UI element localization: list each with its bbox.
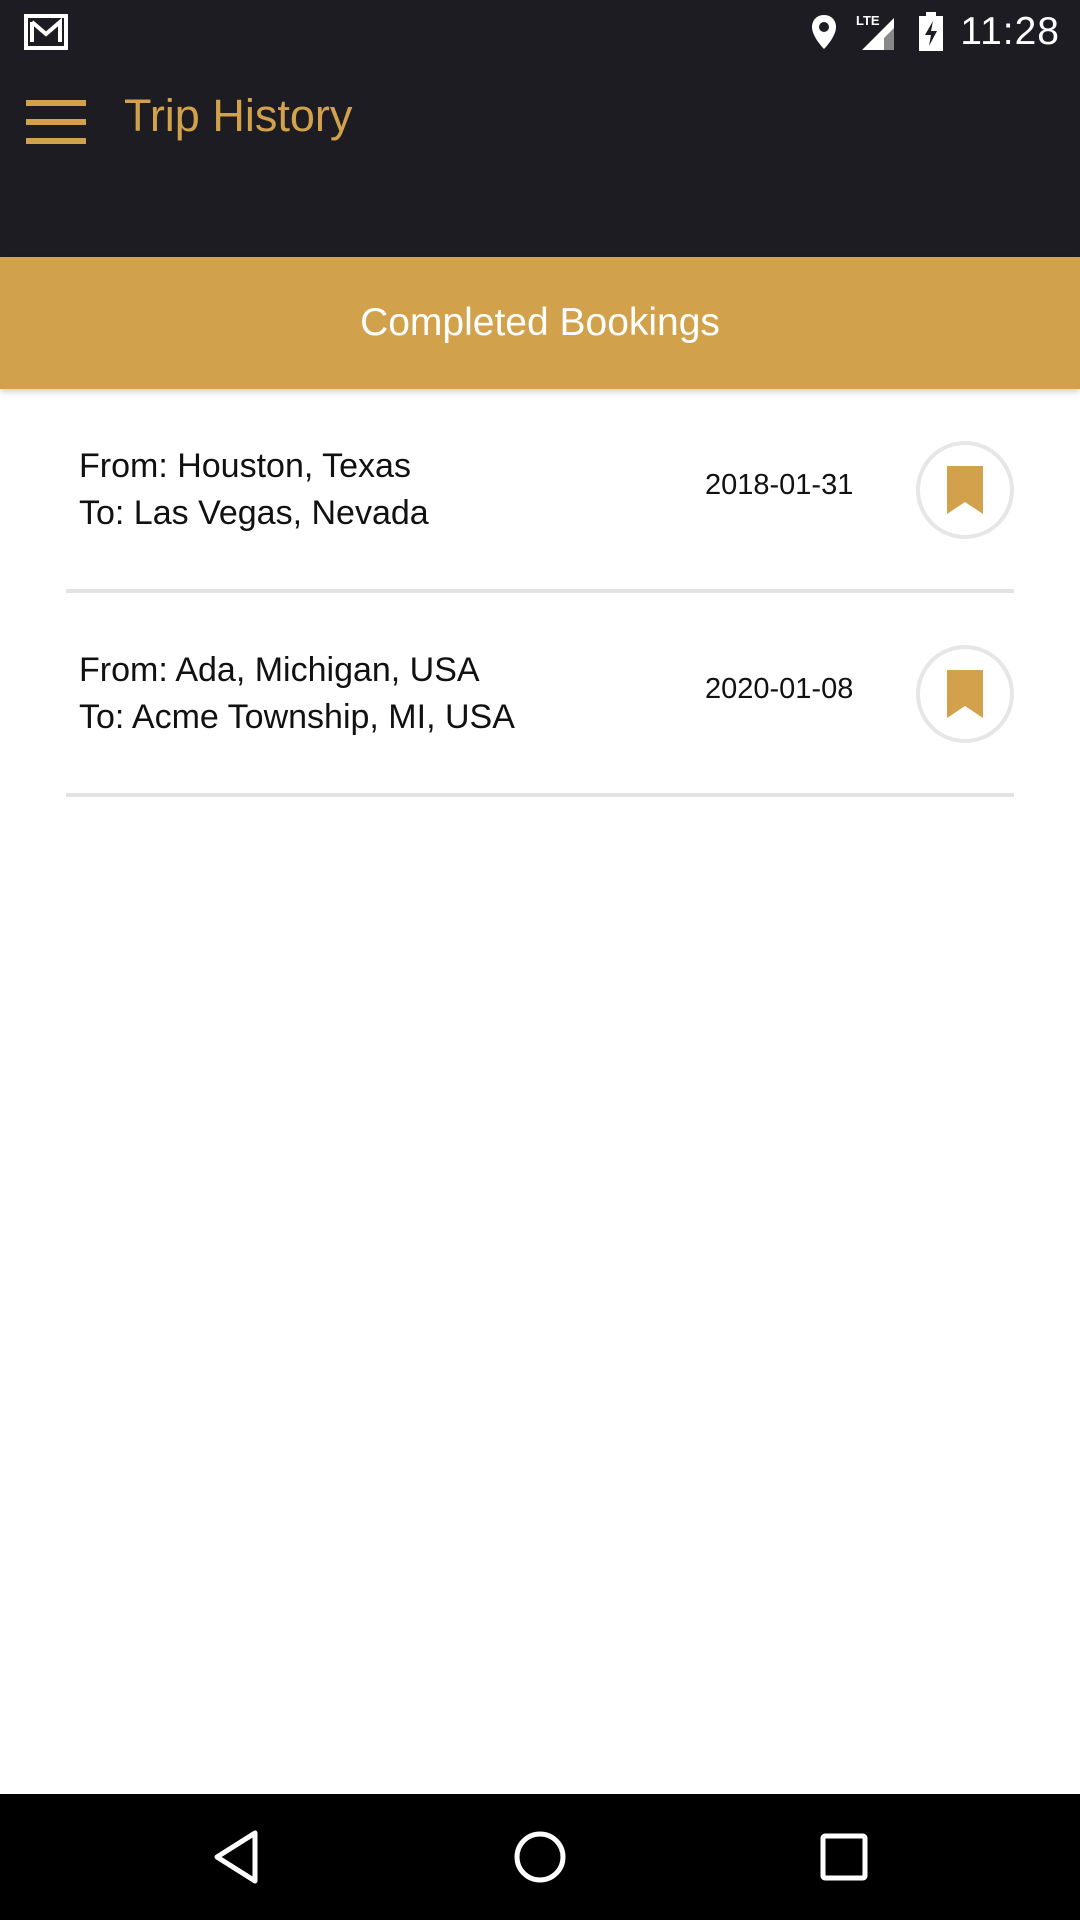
hamburger-menu-icon[interactable] xyxy=(26,100,86,144)
svg-text:LTE: LTE xyxy=(856,13,880,28)
back-icon[interactable] xyxy=(204,1825,268,1889)
gmail-icon xyxy=(24,12,72,52)
status-time: 11:28 xyxy=(960,9,1060,53)
app-bar: Trip History xyxy=(0,63,1080,257)
bookmark-icon xyxy=(947,466,983,514)
battery-charging-icon xyxy=(918,11,944,52)
system-nav-bar xyxy=(0,1794,1080,1920)
booking-row[interactable]: From: Houston, Texas To: Las Vegas, Neva… xyxy=(66,389,1014,593)
bookmark-icon xyxy=(947,670,983,718)
booking-from: From: Ada, Michigan, USA xyxy=(79,651,480,689)
booking-to: To: Acme Township, MI, USA xyxy=(79,698,515,736)
completed-bookings-header: Completed Bookings xyxy=(0,257,1080,389)
booking-date: 2018-01-31 xyxy=(705,469,854,501)
signal-icon: LTE xyxy=(856,12,900,52)
home-icon[interactable] xyxy=(508,1825,572,1889)
booking-route: From: Ada, Michigan, USA To: Acme Townsh… xyxy=(79,647,515,741)
booking-date: 2020-01-08 xyxy=(705,673,854,705)
recents-icon[interactable] xyxy=(812,1825,876,1889)
booking-route: From: Houston, Texas To: Las Vegas, Neva… xyxy=(79,443,429,537)
section-title: Completed Bookings xyxy=(360,301,720,344)
booking-row[interactable]: From: Ada, Michigan, USA To: Acme Townsh… xyxy=(66,593,1014,797)
booking-to: To: Las Vegas, Nevada xyxy=(79,494,429,532)
bookmark-button[interactable] xyxy=(916,441,1014,539)
page-title: Trip History xyxy=(124,90,353,141)
location-icon xyxy=(810,13,838,51)
booking-list: From: Houston, Texas To: Las Vegas, Neva… xyxy=(66,389,1014,797)
status-bar: LTE 11:28 xyxy=(0,0,1080,63)
booking-from: From: Houston, Texas xyxy=(79,447,411,485)
bookmark-button[interactable] xyxy=(916,645,1014,743)
